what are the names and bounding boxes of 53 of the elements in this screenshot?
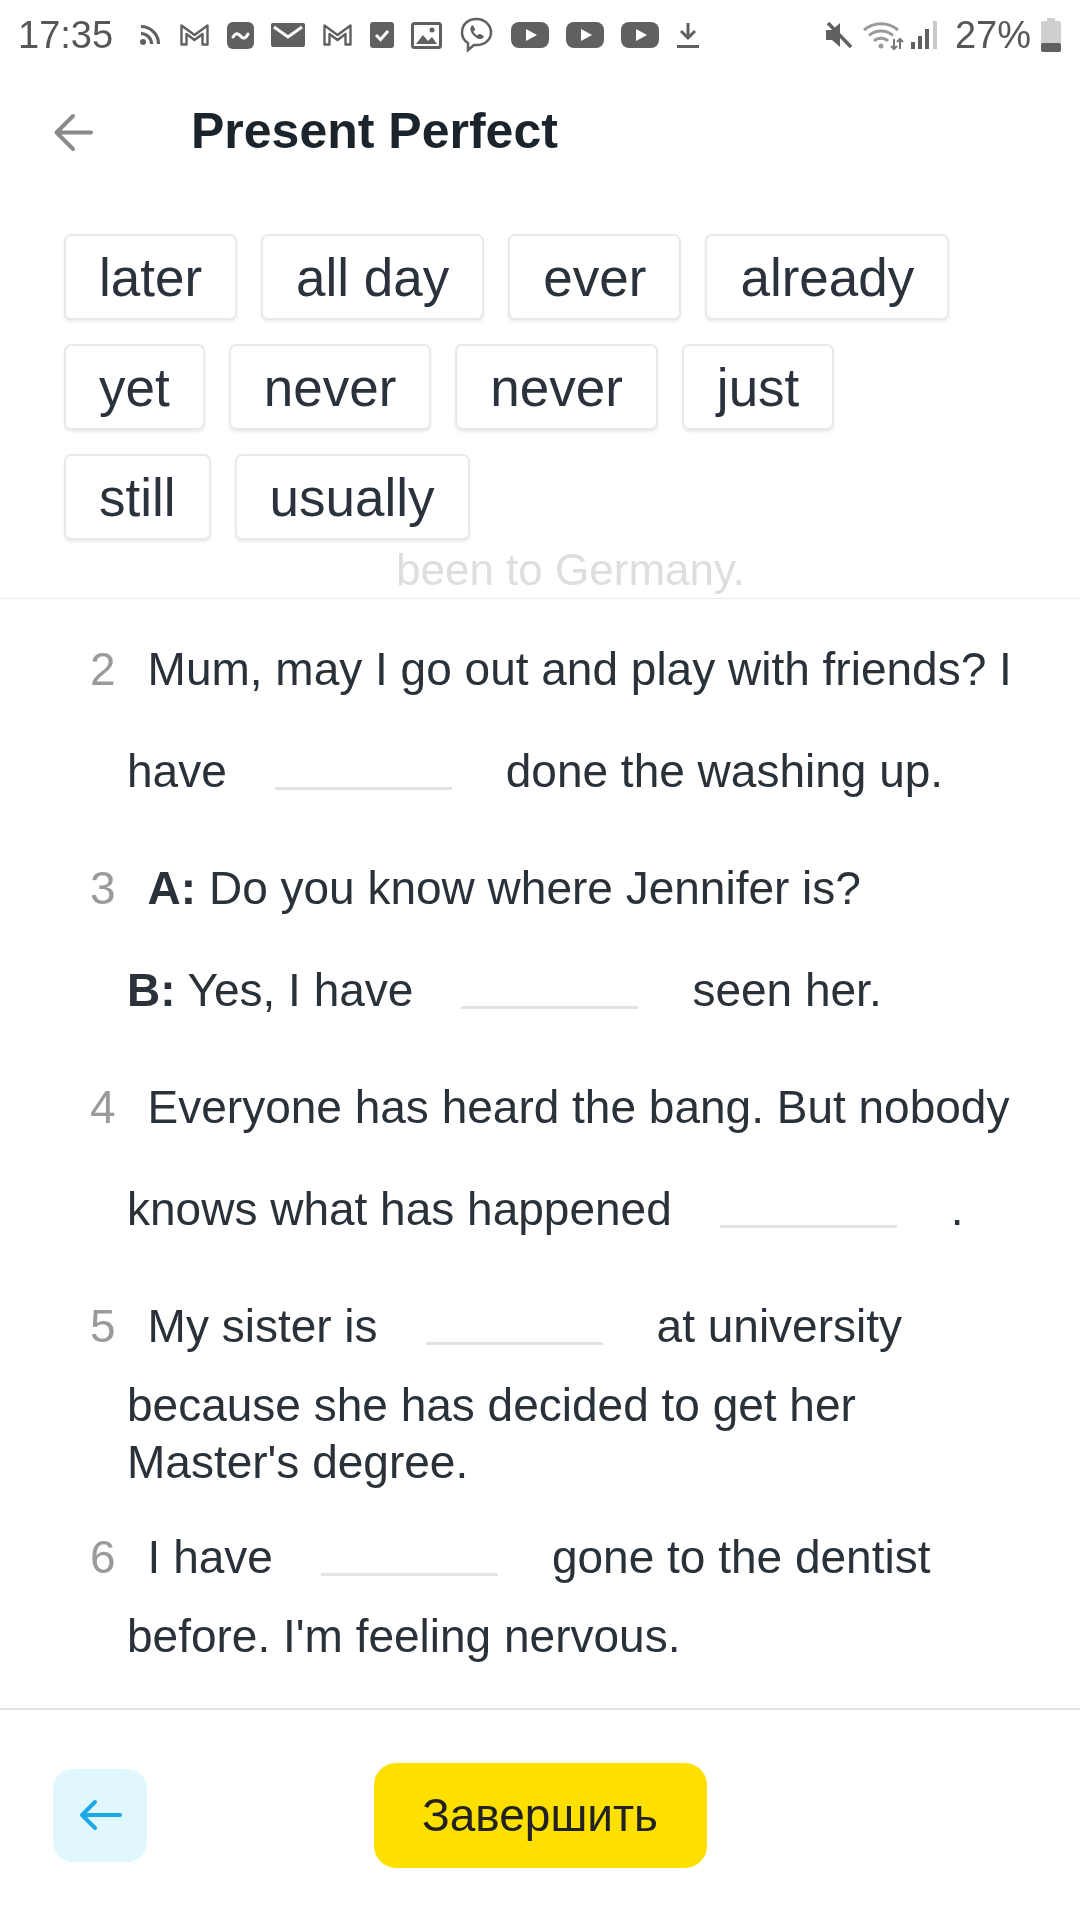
app-tile-icon <box>227 21 255 49</box>
exercise-number: 4 <box>90 1080 116 1135</box>
sentence-text: done the washing up. <box>505 744 944 799</box>
word-chip[interactable]: usually <box>234 454 470 540</box>
exercise-number: 2 <box>90 642 116 697</box>
word-chip[interactable]: never <box>455 344 658 430</box>
sentence-text: Mum, may I go out and play with friends? I <box>147 642 1012 697</box>
exercise-number: 6 <box>90 1530 116 1585</box>
sentence-text: knows what has happened <box>127 1182 672 1237</box>
word-chip[interactable]: already <box>705 234 950 320</box>
sentence-text: Everyone has heard the bang. But nobody <box>147 1080 1010 1135</box>
sentence-text: at university <box>656 1299 903 1354</box>
sentence-text: My sister is <box>147 1299 378 1354</box>
finish-button[interactable]: Завершить <box>373 1762 707 1868</box>
play-icon <box>566 22 605 48</box>
image-icon <box>411 21 443 49</box>
exercise-number: 3 <box>90 861 116 916</box>
sentence-text: I have <box>147 1530 273 1585</box>
sentence-text: . <box>950 1182 964 1237</box>
phone-bubble-icon <box>459 17 495 53</box>
sentence-text: seen her. <box>692 963 882 1018</box>
sentence-text: have <box>127 744 227 799</box>
word-chip[interactable]: yet <box>64 344 205 430</box>
word-chip[interactable]: still <box>64 454 211 540</box>
play-icon <box>511 22 550 48</box>
rss-icon <box>138 23 163 47</box>
previous-button[interactable] <box>53 1768 147 1862</box>
word-chip[interactable]: all day <box>261 234 485 320</box>
play-icon <box>621 22 660 48</box>
status-time: 17:35 <box>18 16 114 54</box>
mail-icon <box>322 23 354 47</box>
sentence-text: A: Do you know where Jennifer is? <box>147 861 861 916</box>
download-icon <box>676 21 701 49</box>
word-chip[interactable]: ever <box>508 234 682 320</box>
sentence-text: gone to the dentist <box>551 1530 931 1585</box>
back-button[interactable] <box>53 112 94 152</box>
page-title: Present Perfect <box>191 103 558 161</box>
signal-icon <box>909 20 939 50</box>
word-chip[interactable]: later <box>64 234 238 320</box>
checkbox-icon <box>370 22 395 48</box>
back-arrow-icon <box>78 1799 122 1831</box>
sentence-text: Master's degree. <box>127 1435 469 1490</box>
sentence-text: B: Yes, I have <box>127 963 414 1018</box>
exercise-number: 5 <box>90 1299 116 1354</box>
envelope-icon <box>271 23 306 47</box>
battery-icon <box>1041 18 1061 52</box>
sentence-text: because she has decided to get her <box>127 1378 856 1433</box>
word-chip[interactable]: just <box>681 344 835 430</box>
back-arrow-icon <box>53 112 94 152</box>
sentence-text: before. I'm feeling nervous. <box>127 1609 681 1664</box>
battery-percent: 27% <box>954 16 1031 54</box>
word-chip[interactable]: never <box>228 344 432 430</box>
mail-icon <box>179 23 211 47</box>
